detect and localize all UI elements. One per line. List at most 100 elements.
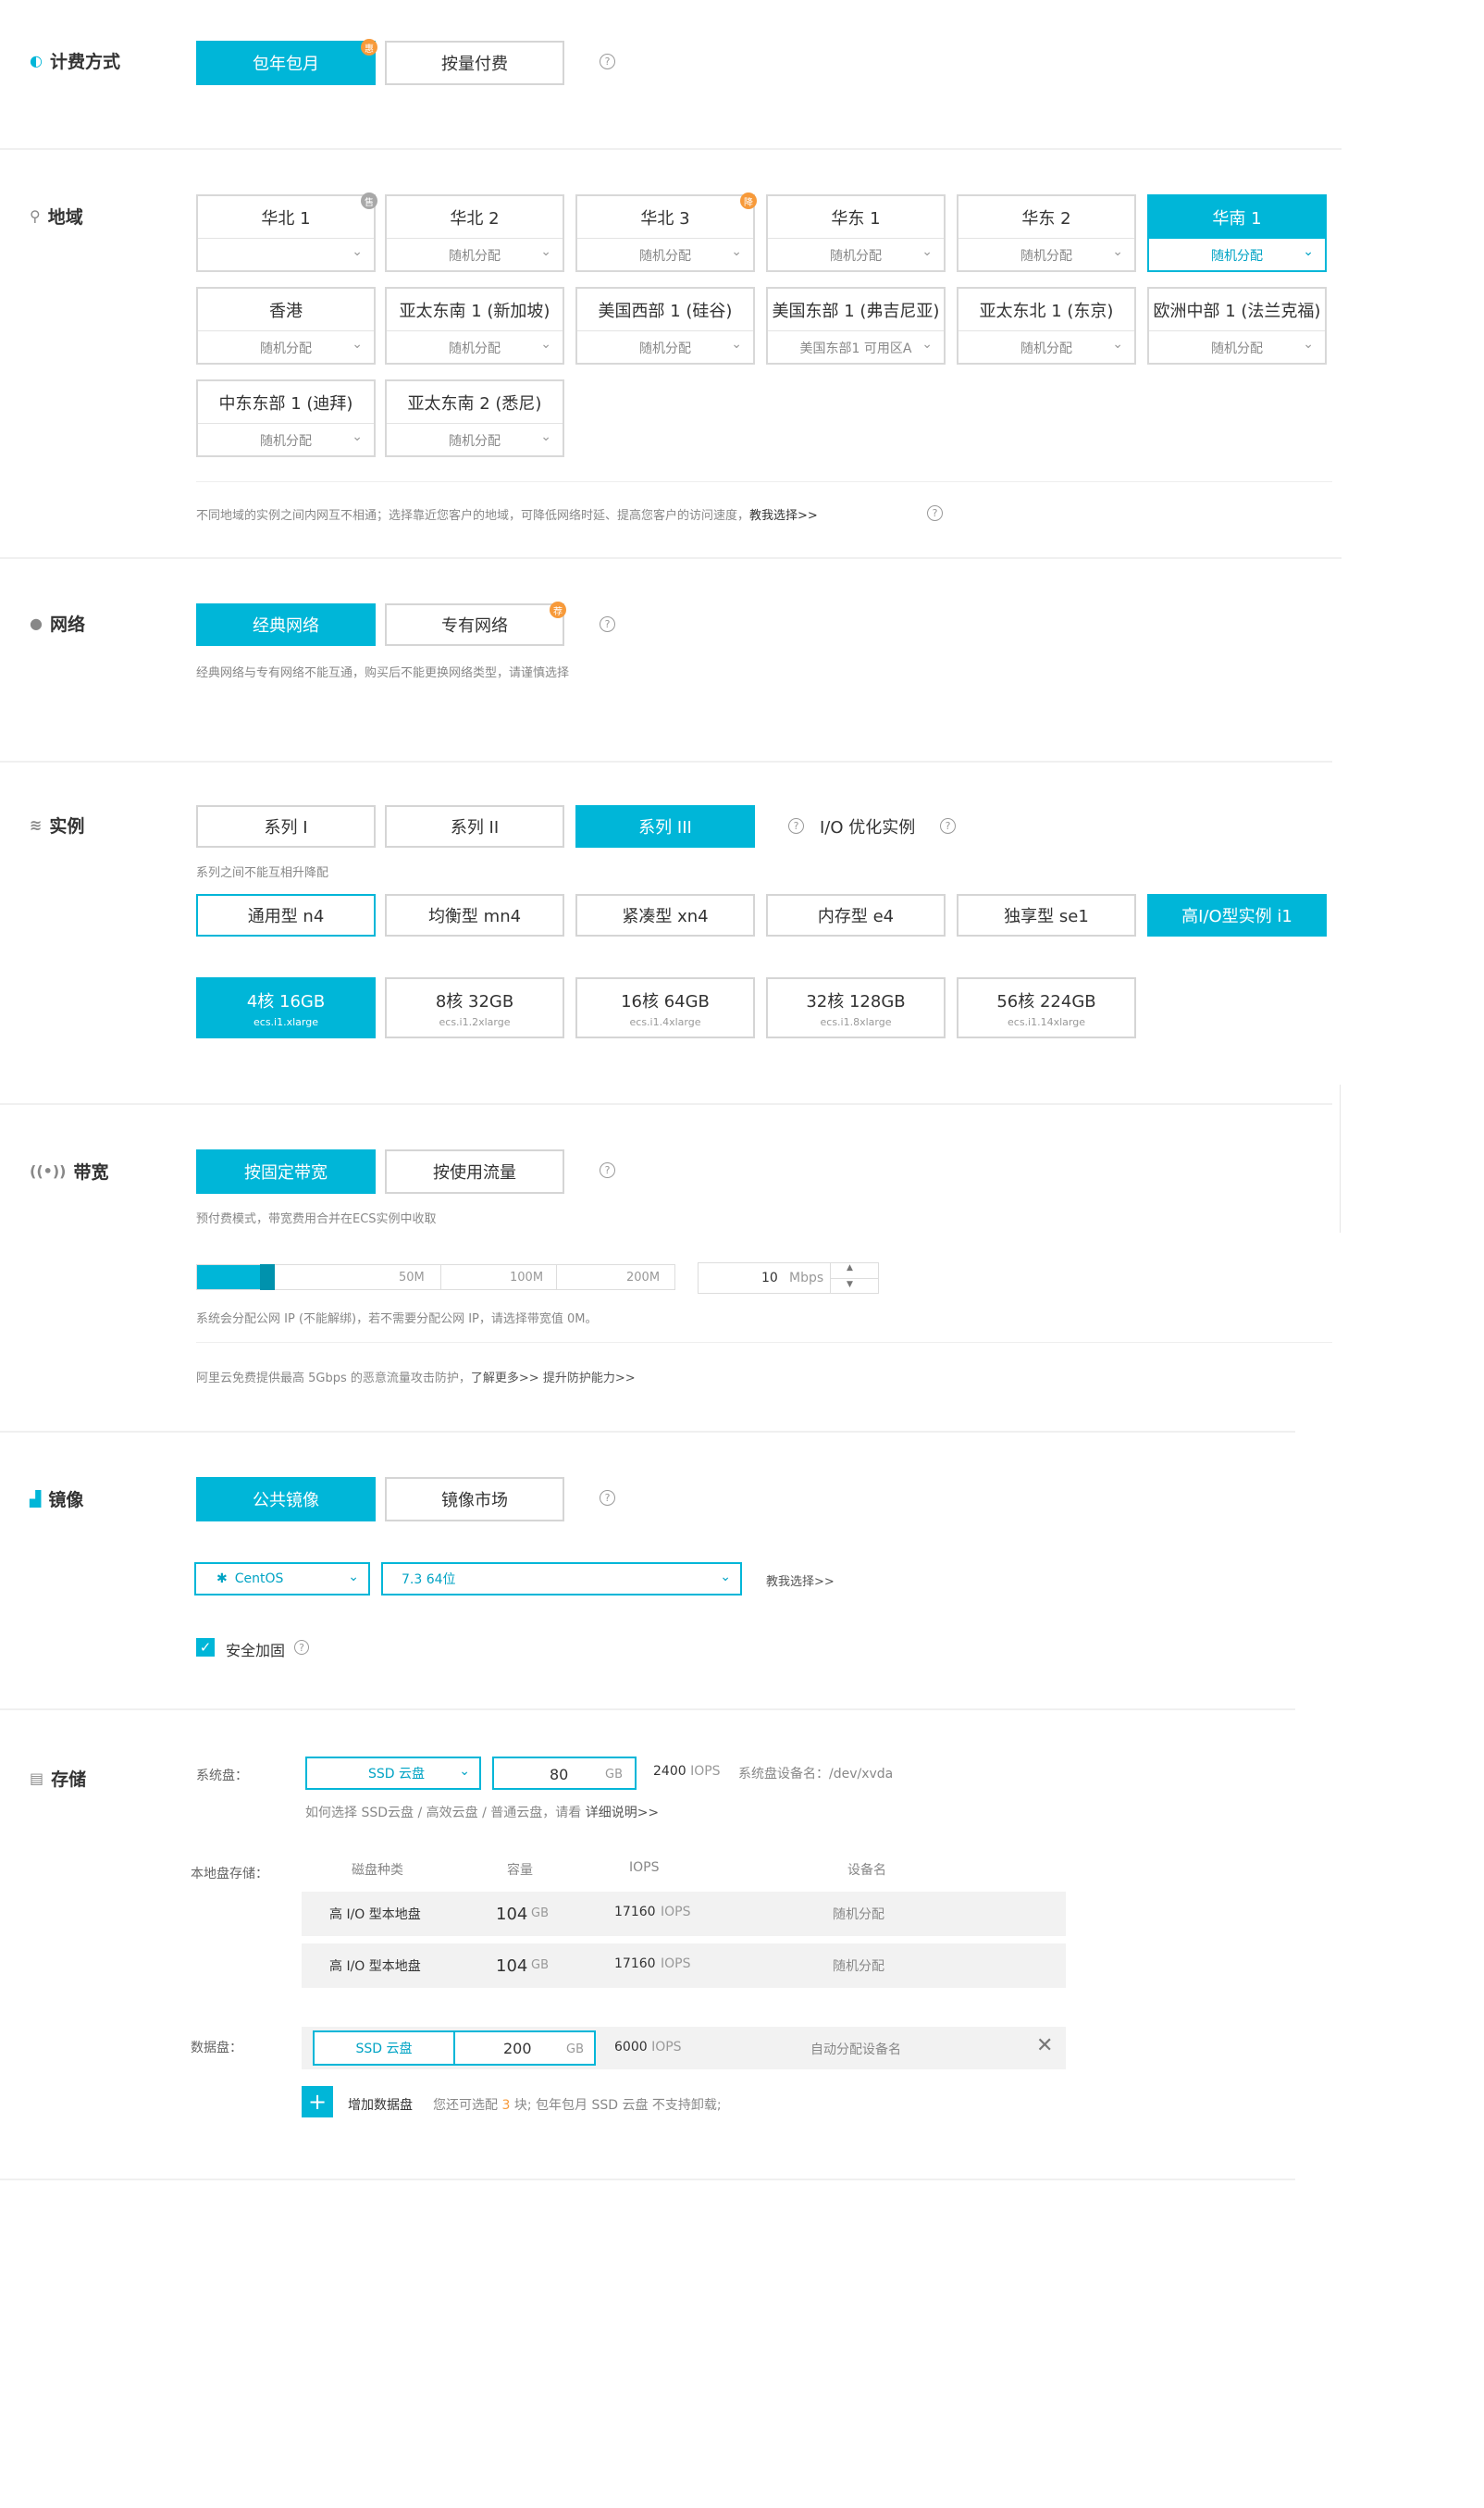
instance-family-option[interactable]: 独享型 se1 — [957, 894, 1136, 937]
instance-spec-option[interactable]: 56核 224GB ecs.i1.14xlarge — [957, 977, 1136, 1038]
instance-spec-option[interactable]: 4核 16GB ecs.i1.xlarge — [196, 977, 376, 1038]
zone-select[interactable]: 随机分配 ⌄ — [768, 239, 944, 271]
zone-select[interactable]: 随机分配 ⌄ — [577, 239, 753, 271]
zone-select[interactable]: 随机分配 ⌄ — [387, 424, 563, 456]
bandwidth-input[interactable]: 10 Mbps ▲ ▼ — [698, 1262, 879, 1294]
billing-payg-button[interactable]: 按量付费 — [385, 41, 564, 85]
region-option[interactable]: 亚太东北 1 (东京) 随机分配 ⌄ — [957, 287, 1136, 365]
region-option[interactable]: 华北 1 ⌄ 售 — [196, 192, 377, 272]
local-disk-unit: GB — [531, 1906, 549, 1920]
zone-value: 随机分配 — [1211, 341, 1263, 356]
region-note: 不同地域的实例之间内网互不相通；选择靠近您客户的地域，可降低网络时延、提高您客户… — [196, 509, 818, 523]
image-market-button[interactable]: 镜像市场 — [385, 1477, 564, 1521]
instance-family-option[interactable]: 内存型 e4 — [766, 894, 946, 937]
slider-mark-100m: 100M — [510, 1271, 544, 1285]
chevron-down-icon: ⌄ — [352, 337, 363, 352]
data-disk-device: 自动分配设备名 — [810, 2042, 901, 2057]
instance-family-label: 紧凑型 xn4 — [622, 907, 709, 926]
zone-select[interactable]: 随机分配 ⌄ — [387, 331, 563, 364]
instance-family-option[interactable]: 高I/O型实例 i1 — [1147, 894, 1327, 937]
zone-select[interactable]: 美国东部1 可用区A ⌄ — [768, 331, 944, 364]
os-select[interactable]: ✱ CentOS ⌄ — [194, 1562, 370, 1595]
local-disk-type: 高 I/O 型本地盘 — [329, 1907, 421, 1922]
security-checkbox[interactable]: ✓ — [196, 1638, 215, 1657]
zone-select[interactable]: 随机分配 ⌄ — [387, 239, 563, 271]
remove-disk-icon[interactable]: ✕ — [1036, 2034, 1053, 2057]
region-option[interactable]: 华东 2 随机分配 ⌄ — [957, 194, 1136, 272]
bandwidth-fixed-button[interactable]: 按固定带宽 — [196, 1149, 376, 1194]
data-disk-type-select[interactable]: SSD 云盘 — [313, 2030, 455, 2066]
public-ip-note: 系统会分配公网 IP (不能解绑)，若不需要分配公网 IP，请选择带宽值 0M。 — [196, 1312, 598, 1326]
region-option[interactable]: 华东 1 随机分配 ⌄ — [766, 194, 946, 272]
zone-select[interactable]: 随机分配 ⌄ — [1149, 331, 1325, 364]
recommend-badge: 荐 — [550, 602, 566, 618]
help-icon[interactable]: ? — [600, 1162, 615, 1178]
instance-family-option[interactable]: 紧凑型 xn4 — [575, 894, 755, 937]
region-option[interactable]: 华北 3 随机分配 ⌄ 降 — [575, 192, 757, 272]
storage-section-title: ▤ 存储 — [30, 1769, 87, 1790]
region-option[interactable]: 中东东部 1 (迪拜) 随机分配 ⌄ — [196, 379, 376, 457]
help-icon[interactable]: ? — [788, 818, 804, 834]
network-vpc-button[interactable]: 专有网络 荐 — [385, 602, 566, 646]
bandwidth-traffic-button[interactable]: 按使用流量 — [385, 1149, 564, 1194]
instance-family-option[interactable]: 均衡型 mn4 — [385, 894, 564, 937]
zone-value: 美国东部1 可用区A — [799, 341, 912, 356]
zone-select[interactable]: 随机分配 ⌄ — [577, 331, 753, 364]
network-classic-button[interactable]: 经典网络 — [196, 603, 376, 646]
increment-icon[interactable]: ▲ — [847, 1263, 853, 1273]
region-option[interactable]: 华北 2 随机分配 ⌄ — [385, 194, 564, 272]
system-disk-help-link[interactable]: 详细说明>> — [586, 1806, 659, 1820]
zone-select[interactable]: 随机分配 ⌄ — [958, 331, 1134, 364]
help-icon[interactable]: ? — [940, 818, 956, 834]
location-pin-icon: ⚲ — [30, 207, 41, 225]
os-version-select[interactable]: 7.3 64位 ⌄ — [381, 1562, 742, 1595]
zone-select[interactable]: 随机分配 ⌄ — [198, 331, 374, 364]
ddos-learn-more-link[interactable]: 了解更多>> — [471, 1372, 539, 1385]
data-disk-size-input[interactable]: 200 GB — [453, 2030, 596, 2066]
image-public-button[interactable]: 公共镜像 — [196, 1477, 376, 1521]
add-disk-label[interactable]: 增加数据盘 — [348, 2095, 413, 2114]
help-icon[interactable]: ? — [600, 1490, 615, 1506]
ddos-upgrade-link[interactable]: 提升防护能力>> — [543, 1372, 636, 1385]
region-option[interactable]: 香港 随机分配 ⌄ — [196, 287, 376, 365]
bandwidth-slider[interactable]: 50M 100M 200M — [196, 1264, 675, 1290]
instance-spec-option[interactable]: 32核 128GB ecs.i1.8xlarge — [766, 977, 946, 1038]
data-disk-iops: 6000 IOPS — [614, 2040, 682, 2055]
region-option[interactable]: 亚太东南 1 (新加坡) 随机分配 ⌄ — [385, 287, 564, 365]
instance-spec-option[interactable]: 8核 32GB ecs.i1.2xlarge — [385, 977, 564, 1038]
series-2-button[interactable]: 系列 II — [385, 805, 564, 848]
series-1-button[interactable]: 系列 I — [196, 805, 376, 848]
region-name: 华北 2 — [387, 196, 563, 239]
help-icon[interactable]: ? — [600, 616, 615, 632]
zone-select[interactable]: 随机分配 ⌄ — [958, 239, 1134, 271]
region-option[interactable]: 亚太东南 2 (悉尼) 随机分配 ⌄ — [385, 379, 564, 457]
region-option[interactable]: 欧洲中部 1 (法兰克福) 随机分配 ⌄ — [1147, 287, 1327, 365]
decrement-icon[interactable]: ▼ — [847, 1280, 853, 1289]
region-help-link[interactable]: 教我选择>> — [749, 509, 818, 523]
zone-select[interactable]: 随机分配 ⌄ — [1149, 239, 1325, 271]
local-header-iops: IOPS — [629, 1860, 660, 1875]
billing-yearly-button[interactable]: 包年包月 惠 — [196, 39, 377, 85]
zone-value: 随机分配 — [1020, 341, 1072, 356]
zone-select[interactable]: 随机分配 ⌄ — [198, 424, 374, 456]
image-help-link[interactable]: 教我选择>> — [766, 1571, 835, 1589]
region-option[interactable]: 华南 1 随机分配 ⌄ — [1147, 194, 1327, 272]
system-disk-size-input[interactable]: 80 GB — [492, 1757, 637, 1790]
series-3-button[interactable]: 系列 III — [575, 805, 755, 848]
zone-select[interactable]: ⌄ — [198, 239, 374, 271]
discount-badge: 惠 — [361, 39, 377, 56]
zone-value: 随机分配 — [639, 248, 691, 264]
region-option[interactable]: 美国东部 1 (弗吉尼亚) 美国东部1 可用区A ⌄ — [766, 287, 946, 365]
help-icon[interactable]: ? — [294, 1640, 309, 1655]
system-disk-type-select[interactable]: SSD 云盘 ⌄ — [305, 1757, 481, 1790]
instance-family-option[interactable]: 通用型 n4 — [196, 894, 376, 937]
help-icon[interactable]: ? — [600, 54, 615, 69]
help-icon[interactable]: ? — [927, 505, 943, 521]
instance-spec-option[interactable]: 16核 64GB ecs.i1.4xlarge — [575, 977, 755, 1038]
security-label: 安全加固 — [226, 1642, 286, 1659]
local-disk-iops-unit: IOPS — [661, 1905, 691, 1919]
add-disk-button[interactable]: + — [302, 2086, 333, 2117]
bandwidth-slider-handle[interactable] — [260, 1264, 275, 1290]
region-option[interactable]: 美国西部 1 (硅谷) 随机分配 ⌄ — [575, 287, 755, 365]
chevron-down-icon: ⌄ — [1112, 244, 1123, 259]
